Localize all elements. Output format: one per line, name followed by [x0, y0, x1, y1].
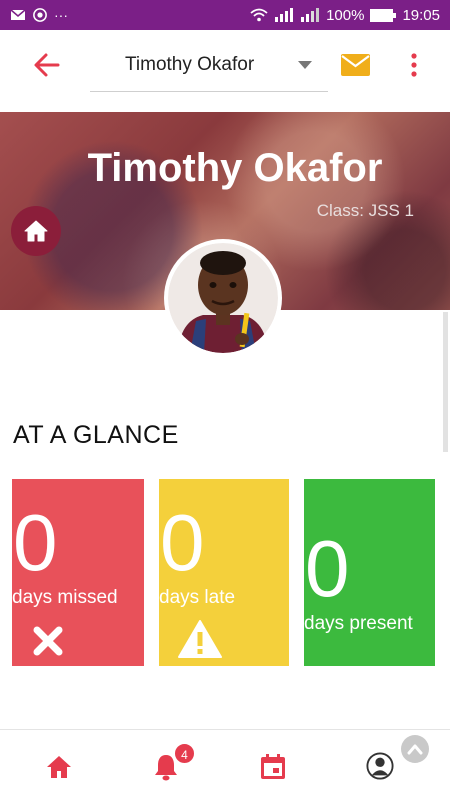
envelope-icon [10, 9, 26, 20]
days-missed-value: 0 [13, 498, 58, 587]
hero-student-name: Timothy Okafor [87, 146, 383, 190]
wifi-icon [250, 8, 268, 22]
profile-icon[interactable] [366, 752, 394, 780]
clock: 19:05 [402, 6, 440, 24]
battery-icon [370, 8, 397, 22]
status-bar: ··· 100% 19:05 [0, 0, 450, 30]
avatar [164, 239, 282, 357]
whatsapp-icon [33, 8, 47, 22]
status-left: ··· [10, 7, 68, 23]
home-icon[interactable] [44, 752, 74, 782]
days-missed-card[interactable]: 0 days missed [12, 479, 144, 666]
signal-icon [275, 8, 294, 22]
section-title: AT A GLANCE [13, 421, 179, 449]
scrollbar[interactable] [443, 312, 448, 452]
close-icon [33, 626, 63, 656]
student-selector[interactable]: Timothy Okafor [90, 46, 328, 92]
signal-icon [301, 8, 320, 22]
app-bar: Timothy Okafor [0, 30, 450, 112]
more-vert-icon[interactable] [406, 51, 422, 79]
days-missed-label: days missed [12, 587, 118, 608]
status-right: 100% 19:05 [250, 7, 440, 24]
mail-icon[interactable] [341, 54, 370, 76]
days-present-value: 0 [305, 524, 350, 613]
battery-text: 100% [326, 6, 365, 24]
days-late-label: days late [159, 587, 236, 608]
student-photo [168, 243, 278, 353]
notification-badge: 4 [173, 742, 196, 765]
days-present-card[interactable]: 0 days present [304, 479, 435, 666]
bottom-nav: 4 [0, 729, 450, 800]
home-button[interactable] [11, 206, 61, 256]
chevron-up-icon [407, 744, 423, 755]
calendar-icon[interactable] [258, 752, 288, 782]
warning-icon [178, 620, 222, 658]
home-icon [24, 220, 48, 242]
chevron-down-icon [298, 61, 312, 69]
student-name: Timothy Okafor [125, 54, 255, 75]
more-icon: ··· [54, 7, 68, 23]
days-present-label: days present [304, 613, 413, 634]
days-late-card[interactable]: 0 days late [159, 479, 289, 666]
days-late-value: 0 [160, 498, 205, 587]
scroll-to-top-button[interactable] [401, 735, 429, 763]
class-label: Class: JSS 1 [316, 201, 414, 220]
back-arrow-icon[interactable] [30, 50, 64, 80]
